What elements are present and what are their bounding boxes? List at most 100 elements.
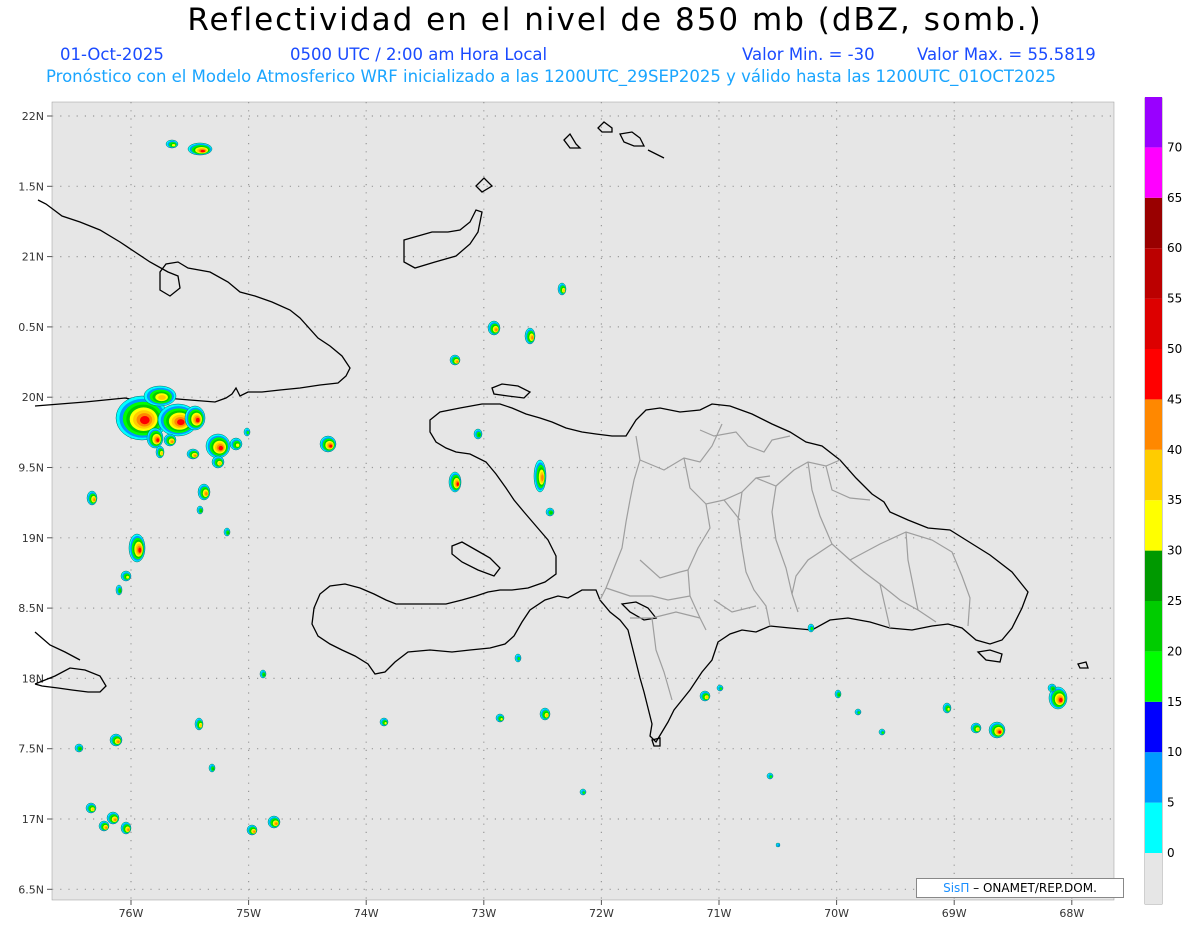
colorbar-bin	[1145, 601, 1162, 652]
lat-tick-label: 0.5N	[18, 321, 44, 334]
colorbar-label: 5	[1167, 796, 1175, 810]
reflectivity-cell	[533, 459, 547, 493]
reflectivity-cell	[854, 708, 862, 716]
reflectivity-cell	[155, 445, 165, 459]
colorbar-label: 65	[1167, 191, 1182, 205]
reflectivity-cell	[205, 433, 231, 459]
lat-tick-label: 8.5N	[18, 602, 44, 615]
credit-org: – ONAMET/REP.DOM.	[973, 881, 1097, 895]
reflectivity-cell	[85, 802, 97, 814]
reflectivity-cell	[557, 282, 567, 296]
reflectivity-cell	[379, 717, 389, 727]
colorbar-label: 30	[1167, 544, 1182, 558]
reflectivity-cell	[120, 570, 132, 582]
reflectivity-cell	[970, 722, 982, 734]
lon-tick-label: 69W	[942, 907, 967, 920]
reflectivity-cell	[186, 448, 200, 460]
reflectivity-cell	[187, 142, 213, 156]
credit-box: SisΠ – ONAMET/REP.DOM.	[916, 878, 1124, 898]
reflectivity-cell	[579, 788, 587, 796]
reflectivity-cell	[878, 728, 886, 736]
colorbar-label: 40	[1167, 443, 1182, 457]
reflectivity-cell	[184, 405, 206, 431]
reflectivity-cell	[807, 623, 815, 633]
reflectivity-cell	[539, 707, 551, 721]
reflectivity-cell	[163, 433, 177, 447]
lon-tick-label: 76W	[119, 907, 144, 920]
lat-tick-label: 22N	[22, 110, 44, 123]
lon-tick-label: 74W	[354, 907, 379, 920]
reflectivity-cell	[942, 702, 952, 714]
lat-tick-label: 20N	[22, 391, 44, 404]
colorbar-bin	[1145, 147, 1162, 198]
lat-tick-label: 21N	[22, 251, 44, 264]
reflectivity-cell	[146, 427, 164, 449]
colorbar-label: 25	[1167, 594, 1182, 608]
map-area	[51, 101, 1115, 901]
colorbar-bin	[1145, 500, 1162, 551]
colorbar-below-bin	[1145, 853, 1162, 904]
lon-tick-label: 68W	[1059, 907, 1084, 920]
reflectivity-cell	[495, 713, 505, 723]
reflectivity-cell	[766, 772, 774, 780]
reflectivity-cell	[449, 354, 461, 366]
reflectivity-cell	[473, 428, 483, 440]
lon-tick-label: 72W	[589, 907, 614, 920]
colorbar-bin	[1145, 802, 1162, 853]
reflectivity-cell	[229, 437, 243, 451]
lat-tick-label: 18N	[22, 672, 44, 685]
reflectivity-cell	[834, 689, 842, 699]
colorbar-label: 15	[1167, 695, 1182, 709]
colorbar-label: 10	[1167, 745, 1182, 759]
lat-tick-label: 9.5N	[18, 462, 44, 475]
reflectivity-cell	[106, 811, 120, 825]
lat-tick-label: 1.5N	[18, 180, 44, 193]
colorbar-bin	[1145, 550, 1162, 601]
reflectivity-cell	[259, 669, 267, 679]
reflectivity-cell	[128, 533, 146, 563]
reflectivity-cell	[545, 507, 555, 517]
lon-tick-label: 73W	[471, 907, 496, 920]
reflectivity-cell	[775, 842, 781, 848]
reflectivity-cell	[223, 527, 231, 537]
reflectivity-cell	[208, 763, 216, 773]
colorbar-bin	[1145, 197, 1162, 249]
reflectivity-cell	[524, 327, 536, 345]
colorbar: 0 5 10 15 20 25 30 35 40 45 50 55 60 65 70	[1145, 97, 1182, 860]
colorbar-bin	[1145, 701, 1162, 753]
colorbar-label: 60	[1167, 241, 1182, 255]
reflectivity-cell	[243, 427, 251, 437]
reflectivity-cell	[716, 684, 724, 692]
reflectivity-cell	[194, 717, 204, 731]
reflectivity-cell	[109, 733, 123, 747]
reflectivity-cell	[487, 320, 501, 336]
colorbar-bin	[1145, 399, 1162, 450]
reflectivity-cell	[211, 455, 225, 469]
sispi-logo: SisΠ	[943, 881, 970, 895]
colorbar-label: 50	[1167, 342, 1182, 356]
reflectivity-cell	[267, 815, 281, 829]
colorbar-bin	[1145, 752, 1162, 803]
colorbar-bin	[1145, 97, 1162, 148]
reflectivity-cell	[74, 743, 84, 753]
colorbar-label: 45	[1167, 392, 1182, 406]
reflectivity-map: 22N 1.5N 21N 0.5N 20N 9.5N 19N 8.5N 18N 7.5N 17N 6.…	[18, 97, 1182, 920]
reflectivity-cell	[988, 721, 1006, 739]
reflectivity-cell	[448, 471, 462, 493]
colorbar-bin	[1145, 248, 1162, 299]
reflectivity-cell	[143, 385, 177, 407]
reflectivity-cell	[1047, 683, 1057, 693]
reflectivity-cell	[246, 824, 258, 836]
colorbar-bin	[1145, 449, 1162, 501]
lat-tick-label: 19N	[22, 532, 44, 545]
colorbar-bin	[1145, 298, 1162, 349]
lat-tick-label: 17N	[22, 813, 44, 826]
lat-tick-label: 7.5N	[18, 743, 44, 756]
reflectivity-cell	[196, 505, 204, 515]
lon-tick-label: 71W	[707, 907, 732, 920]
colorbar-label: 35	[1167, 493, 1182, 507]
reflectivity-cell	[98, 820, 110, 832]
reflectivity-cell	[319, 435, 337, 453]
reflectivity-cell	[514, 653, 522, 663]
reflectivity-cell	[115, 584, 123, 596]
